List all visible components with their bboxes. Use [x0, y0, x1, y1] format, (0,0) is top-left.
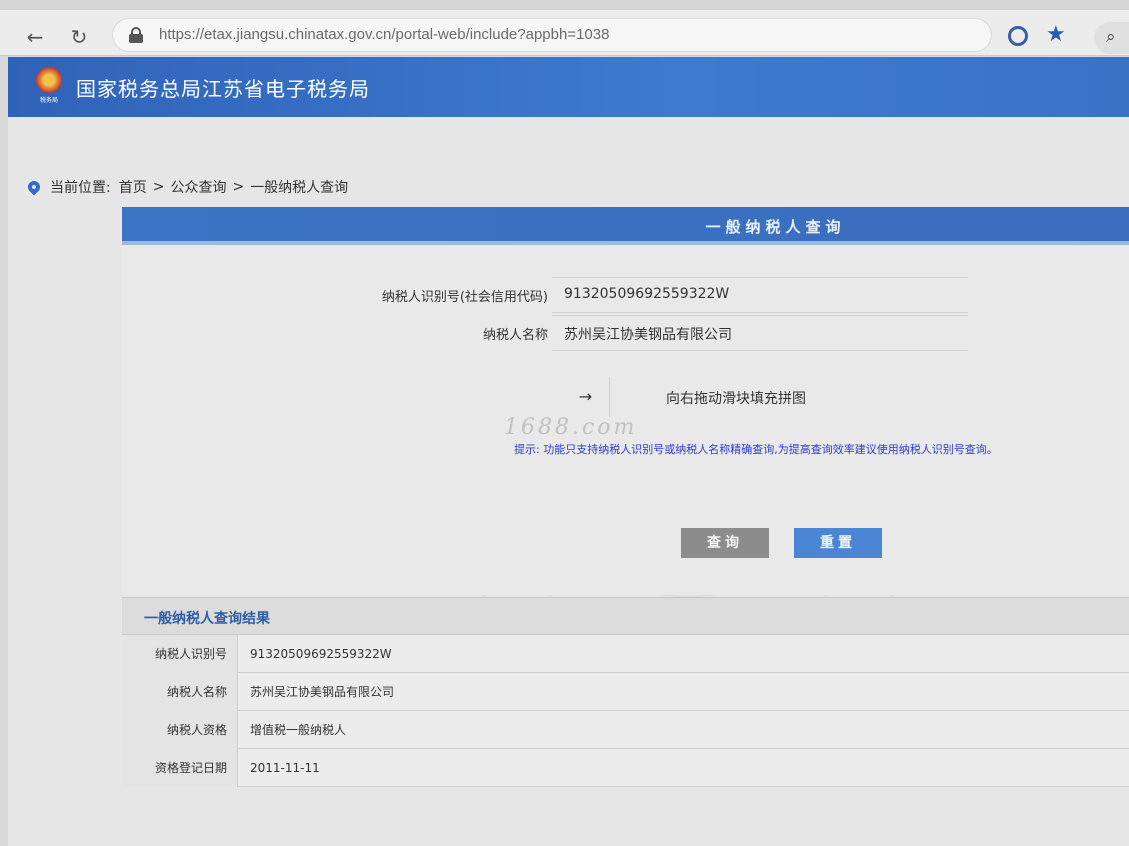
- emblem-caption: 税务局: [39, 97, 58, 104]
- result-value: 增值税一般纳税人: [250, 723, 347, 737]
- results-header: 一般纳税人查询结果: [122, 597, 1129, 635]
- location-pin-icon: [25, 178, 43, 196]
- result-value: 2011-11-11: [250, 761, 320, 775]
- browser-search-button[interactable]: ⌕: [1094, 22, 1129, 54]
- site-title[interactable]: 国家税务总局江苏省电子税务局: [76, 73, 370, 102]
- taxpayer-name-value[interactable]: 苏州吴江协美钢品有限公司: [564, 324, 732, 344]
- tab-strip: [0, 0, 1129, 10]
- taxpayer-id-row: 纳税人识别号(社会信用代码) 91320509692559322W: [122, 277, 968, 313]
- site-header: 税务局 国家税务总局江苏省电子税务局: [8, 57, 1129, 117]
- captcha-slider[interactable]: → 向右拖动滑块填充拼图: [562, 377, 842, 417]
- taxpayer-id-input[interactable]: 91320509692559322W: [552, 277, 968, 313]
- page-content: 税务局 国家税务总局江苏省电子税务局 当前位置: 首页 > 公众查询 > 一般纳…: [8, 57, 1129, 846]
- url-text[interactable]: https://etax.jiangsu.chinatax.gov.cn/por…: [159, 26, 609, 43]
- result-label: 资格登记日期: [122, 749, 238, 787]
- breadcrumb-home[interactable]: 首页: [119, 177, 147, 197]
- browser-toolbar: ← ↻ https://etax.jiangsu.chinatax.gov.cn…: [0, 0, 1129, 56]
- results-title: 一般纳税人查询结果: [144, 611, 270, 627]
- taxpayer-name-input[interactable]: 苏州吴江协美钢品有限公司: [552, 315, 968, 351]
- query-panel-title: 一般纳税人查询: [705, 218, 846, 236]
- address-bar[interactable]: https://etax.jiangsu.chinatax.gov.cn/por…: [112, 18, 992, 52]
- search-icon: ⌕: [1106, 27, 1116, 47]
- result-label: 纳税人资格: [122, 711, 238, 749]
- breadcrumb-label: 当前位置:: [50, 180, 111, 196]
- edge-extension-icon[interactable]: [1008, 26, 1028, 46]
- taxpayer-name-label: 纳税人名称: [482, 328, 548, 343]
- favorite-star-icon[interactable]: ★: [1046, 22, 1066, 47]
- slider-arrow-icon[interactable]: →: [562, 377, 610, 417]
- query-button[interactable]: 查询: [681, 528, 769, 558]
- query-form: 纳税人识别号(社会信用代码) 91320509692559322W 纳税人名称 …: [122, 245, 1129, 595]
- breadcrumb-public-query[interactable]: 公众查询: [170, 177, 226, 197]
- table-row: 纳税人资格 增值税一般纳税人: [122, 711, 1129, 749]
- back-icon[interactable]: ←: [22, 24, 48, 50]
- table-row: 纳税人名称 苏州吴江协美钢品有限公司: [122, 673, 1129, 711]
- taxpayer-name-row: 纳税人名称 苏州吴江协美钢品有限公司: [122, 315, 968, 351]
- breadcrumb-separator: >: [152, 179, 165, 195]
- table-row: 纳税人识别号 91320509692559322W: [122, 635, 1129, 673]
- results-table: 纳税人识别号 91320509692559322W 纳税人名称 苏州吴江协美钢品…: [122, 635, 1129, 787]
- breadcrumb-separator: >: [232, 179, 245, 195]
- watermark: 1688.com: [504, 415, 638, 440]
- query-panel-header: 一般纳税人查询: [122, 207, 1129, 245]
- result-value: 91320509692559322W: [250, 647, 392, 661]
- breadcrumb: 当前位置: 首页 > 公众查询 > 一般纳税人查询: [25, 177, 349, 197]
- lock-icon[interactable]: [129, 27, 143, 43]
- query-hint: 提示: 功能只支持纳税人识别号或纳税人名称精确查询,为提高查询效率建议使用纳税人…: [514, 443, 998, 456]
- slider-instruction: 向右拖动滑块填充拼图: [666, 391, 806, 407]
- table-row: 资格登记日期 2011-11-11: [122, 749, 1129, 787]
- result-value: 苏州吴江协美钢品有限公司: [250, 685, 395, 699]
- taxpayer-id-value[interactable]: 91320509692559322W: [564, 286, 729, 302]
- breadcrumb-current: 一般纳税人查询: [250, 180, 349, 196]
- taxpayer-id-label: 纳税人识别号(社会信用代码): [381, 290, 548, 305]
- result-label: 纳税人识别号: [122, 635, 238, 673]
- reset-button[interactable]: 重置: [794, 528, 882, 558]
- reload-icon[interactable]: ↻: [66, 24, 92, 50]
- result-label: 纳税人名称: [122, 673, 238, 711]
- tax-emblem-icon: 税务局: [34, 67, 64, 105]
